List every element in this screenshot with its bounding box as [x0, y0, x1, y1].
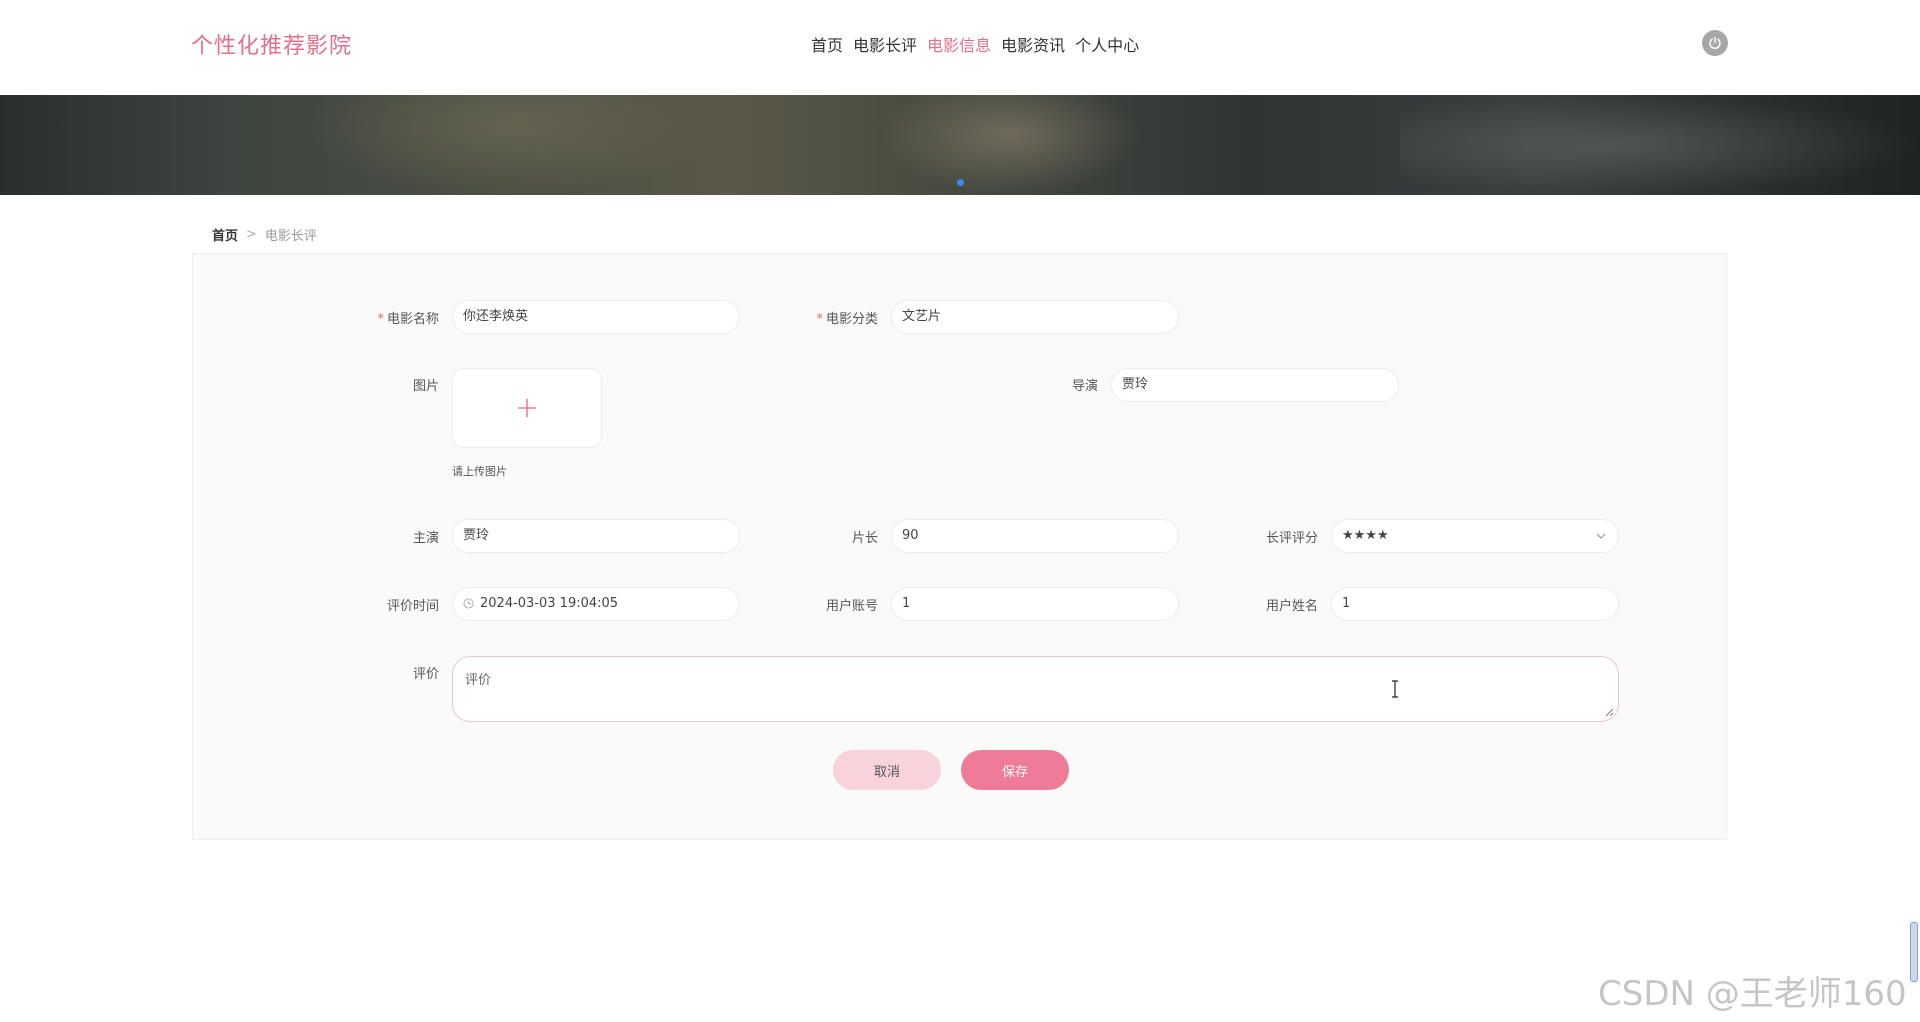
resize-handle-icon[interactable] [1605, 708, 1614, 717]
movie-name-input[interactable]: 你还李焕英 [452, 300, 740, 334]
nav-item-personal-center[interactable]: 个人中心 [1075, 32, 1139, 56]
chevron-down-icon [1596, 533, 1606, 539]
lead-actor-input[interactable]: 贾玲 [452, 519, 740, 553]
breadcrumb: 首页 > 电影长评 [212, 225, 317, 244]
site-logo[interactable]: 个性化推荐影院 [191, 28, 352, 60]
lead-actor-label: 主演 [412, 531, 439, 546]
image-label: 图片 [412, 379, 439, 394]
clock-icon [463, 598, 474, 609]
user-account-input[interactable]: 1 [891, 587, 1179, 621]
plus-icon [518, 399, 536, 417]
director-input[interactable]: 贾玲 [1111, 368, 1399, 402]
breadcrumb-separator: > [246, 227, 257, 242]
movie-name-label: * 电影名称 [377, 312, 439, 327]
nav-item-news[interactable]: 电影资讯 [1001, 32, 1065, 56]
carousel-indicator[interactable] [957, 179, 964, 186]
rating-value: ★★★★ [1342, 528, 1389, 543]
main-nav: 首页 电影长评 电影信息 电影资讯 个人中心 [811, 32, 1139, 56]
nav-item-movie-info[interactable]: 电影信息 [927, 32, 991, 56]
page-scrollbar[interactable] [1910, 250, 1920, 1022]
watermark: CSDN @王老师160 [1598, 974, 1907, 1014]
user-name-label: 用户姓名 [1265, 599, 1318, 614]
user-name-input[interactable]: 1 [1331, 587, 1619, 621]
user-account-label: 用户账号 [825, 599, 878, 614]
cancel-button[interactable]: 取消 [833, 750, 941, 790]
review-textarea[interactable]: 评价 [452, 656, 1619, 722]
duration-label: 片长 [851, 531, 878, 546]
banner-carousel [0, 95, 1920, 195]
text-cursor-icon [1392, 680, 1398, 698]
upload-hint: 请上传图片 [452, 465, 507, 478]
review-form-panel: * 电影名称 你还李焕英 * 电影分类 文艺片 图片 请上传图片 导演 贾玲 主演 … [192, 253, 1727, 840]
review-placeholder: 评价 [465, 673, 492, 688]
image-upload[interactable] [452, 368, 602, 448]
banner-image-area [300, 95, 720, 195]
review-time-value: 2024-03-03 19:04:05 [480, 596, 619, 611]
review-time-label: 评价时间 [386, 599, 439, 614]
movie-category-input[interactable]: 文艺片 [891, 300, 1179, 334]
rating-label: 长评评分 [1265, 531, 1318, 546]
power-icon[interactable] [1702, 30, 1728, 56]
breadcrumb-home[interactable]: 首页 [212, 225, 238, 244]
breadcrumb-current: 电影长评 [264, 229, 317, 244]
director-label: 导演 [1071, 379, 1098, 394]
rating-select[interactable]: ★★★★ [1331, 519, 1619, 553]
scrollbar-thumb[interactable] [1910, 922, 1918, 982]
review-label: 评价 [412, 667, 439, 682]
nav-item-home[interactable]: 首页 [811, 32, 843, 56]
duration-input[interactable]: 90 [891, 519, 1179, 553]
save-button[interactable]: 保存 [961, 750, 1069, 790]
banner-image-area [1400, 95, 1920, 195]
review-time-picker[interactable]: 2024-03-03 19:04:05 [452, 587, 740, 621]
banner-image-area [880, 95, 1140, 195]
movie-category-label: * 电影分类 [816, 312, 878, 327]
nav-item-reviews[interactable]: 电影长评 [853, 32, 917, 56]
top-header: 个性化推荐影院 首页 电影长评 电影信息 电影资讯 个人中心 [0, 0, 1920, 95]
